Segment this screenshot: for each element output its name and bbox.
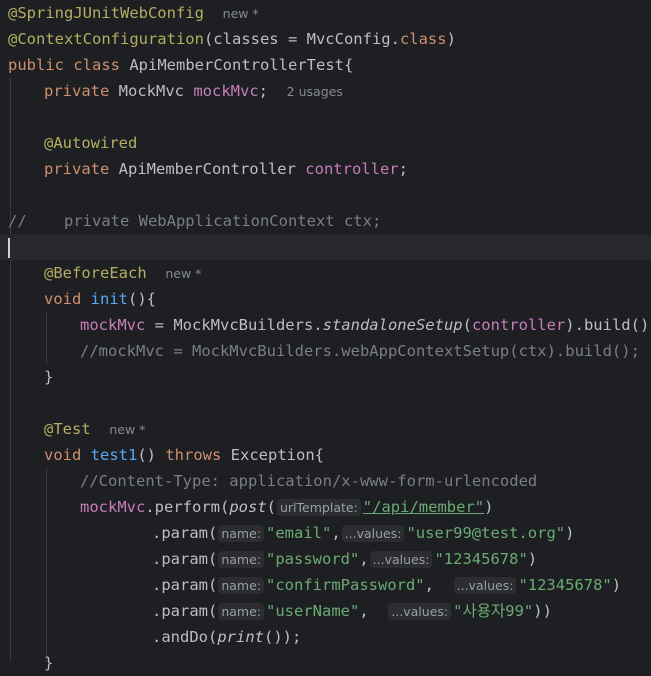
code-line-24[interactable]: .param(name: "userName", ...values: "사용자99…: [0, 598, 651, 624]
code-line-3[interactable]: public class ApiMemberControllerTest{: [0, 52, 651, 78]
code-line-13[interactable]: mockMvc = MockMvcBuilders.standaloneSetu…: [0, 312, 651, 338]
code-line-9[interactable]: // private WebApplicationContext ctx;: [0, 208, 651, 234]
code-line-2[interactable]: @ContextConfiguration(classes = MvcConfi…: [0, 26, 651, 52]
code-line-20[interactable]: mockMvc.perform(post(urlTemplate: "/api/m…: [0, 494, 651, 520]
param-hint: ...values:: [341, 525, 405, 542]
param-hint: name:: [218, 603, 264, 620]
code-line-18[interactable]: void test1() throws Exception{: [0, 442, 651, 468]
param-hint: ...values:: [388, 603, 452, 620]
param-hint: ...values:: [453, 577, 517, 594]
code-line-15[interactable]: }: [0, 364, 651, 390]
current-line[interactable]: [0, 234, 651, 260]
code-line-7[interactable]: private ApiMemberController controller;: [0, 156, 651, 182]
code-line-23[interactable]: .param(name: "confirmPassword", ...values…: [0, 572, 651, 598]
code-line-11[interactable]: @BeforeEach new *: [0, 260, 651, 286]
code-line-12[interactable]: void init(){: [0, 286, 651, 312]
code-line-19[interactable]: //Content-Type: application/x-www-form-u…: [0, 468, 651, 494]
code-line-17[interactable]: @Test new *: [0, 416, 651, 442]
inlay-hint[interactable]: new *: [109, 422, 145, 437]
code-line-14[interactable]: //mockMvc = MockMvcBuilders.webAppContex…: [0, 338, 651, 364]
code-line-26[interactable]: }: [0, 650, 651, 676]
param-hint: name:: [218, 577, 264, 594]
inlay-hint[interactable]: new *: [223, 6, 259, 21]
url-link[interactable]: "/api/member": [363, 498, 484, 516]
param-hint: name:: [218, 525, 264, 542]
inlay-hint[interactable]: new *: [165, 266, 201, 281]
param-hint: urlTemplate:: [277, 499, 361, 516]
code-line-22[interactable]: .param(name: "password", ...values: "123456…: [0, 546, 651, 572]
code-line-21[interactable]: .param(name: "email", ...values: "user99@te…: [0, 520, 651, 546]
text-caret: [8, 237, 10, 258]
code-line-1[interactable]: @SpringJUnitWebConfig new *: [0, 0, 651, 26]
code-line-25[interactable]: .andDo(print());: [0, 624, 651, 650]
code-line-6[interactable]: @Autowired: [0, 130, 651, 156]
param-hint: ...values:: [369, 551, 433, 568]
code-line-4[interactable]: private MockMvc mockMvc; 2 usages: [0, 78, 651, 104]
param-hint: name:: [218, 551, 264, 568]
usages-hint[interactable]: 2 usages: [287, 84, 343, 99]
